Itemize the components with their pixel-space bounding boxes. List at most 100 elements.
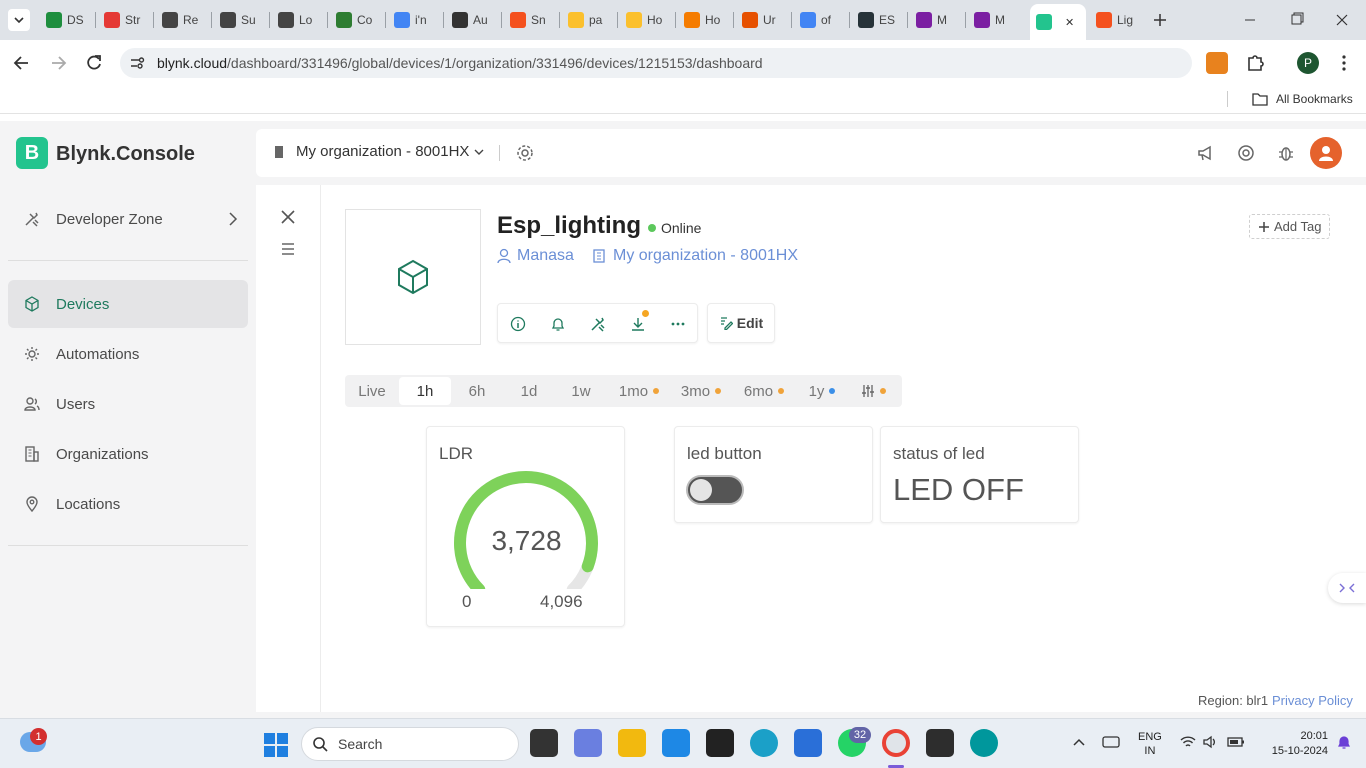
arduino-ide-icon[interactable] bbox=[970, 729, 998, 757]
notifications-button[interactable] bbox=[538, 304, 578, 344]
bug-report-icon[interactable] bbox=[1276, 143, 1296, 168]
developer-tools-button[interactable] bbox=[578, 304, 618, 344]
taskbar-search-box[interactable]: Search bbox=[301, 727, 519, 761]
help-lifebuoy-icon[interactable] bbox=[1236, 143, 1256, 168]
browser-tab[interactable]: Lo bbox=[272, 6, 324, 34]
show-hidden-icons[interactable] bbox=[1072, 735, 1086, 754]
time-range-live[interactable]: Live bbox=[345, 375, 399, 407]
notification-bell-icon[interactable] bbox=[1337, 734, 1351, 755]
volume-icon[interactable] bbox=[1203, 735, 1219, 754]
tab-search-button[interactable] bbox=[8, 9, 30, 31]
task-view-icon[interactable] bbox=[530, 729, 558, 757]
device-owner-link[interactable]: Manasa bbox=[497, 247, 574, 265]
chrome-icon[interactable] bbox=[882, 729, 910, 757]
browser-tab[interactable]: Su bbox=[214, 6, 266, 34]
browser-tab[interactable]: ES bbox=[852, 6, 904, 34]
time-range-1d[interactable]: 1d bbox=[503, 375, 555, 407]
browser-tab[interactable]: Sn bbox=[504, 6, 556, 34]
url-text[interactable]: blynk.cloud/dashboard/331496/global/devi… bbox=[157, 55, 763, 71]
tab-label: DS bbox=[67, 13, 84, 27]
keyboard-icon[interactable] bbox=[1102, 735, 1120, 754]
profile-avatar[interactable]: P bbox=[1297, 52, 1319, 74]
close-window-button[interactable] bbox=[1333, 12, 1351, 28]
sidebar-item-devices[interactable]: Devices bbox=[8, 280, 248, 328]
tab-label: M bbox=[937, 13, 947, 27]
time-range-3mo[interactable]: 3mo bbox=[671, 375, 731, 407]
browser-tab[interactable]: Str bbox=[98, 6, 150, 34]
time-range-1w[interactable]: 1w bbox=[555, 375, 607, 407]
settings-gear-icon[interactable] bbox=[515, 143, 535, 168]
time-range-1mo[interactable]: 1mo bbox=[609, 375, 669, 407]
premium-dot bbox=[653, 388, 660, 394]
terminal-icon[interactable] bbox=[926, 729, 954, 757]
sidebar-item-organizations[interactable]: Organizations bbox=[8, 430, 248, 478]
user-avatar[interactable] bbox=[1310, 137, 1342, 169]
menu-hamburger-icon[interactable] bbox=[280, 242, 296, 261]
copilot-icon[interactable] bbox=[574, 729, 602, 757]
browser-tab[interactable]: of bbox=[794, 6, 846, 34]
download-button[interactable] bbox=[618, 304, 658, 344]
custom-range-button[interactable] bbox=[849, 375, 897, 407]
browser-tab[interactable]: M bbox=[968, 6, 1020, 34]
browser-tab[interactable]: DS bbox=[40, 6, 92, 34]
notes-app-icon[interactable] bbox=[706, 729, 734, 757]
forward-button[interactable] bbox=[48, 53, 68, 78]
time-range-1y[interactable]: 1y bbox=[797, 375, 847, 407]
minimize-button[interactable] bbox=[1241, 12, 1259, 28]
browser-tab[interactable]: ✕ bbox=[1030, 4, 1086, 40]
new-tab-button[interactable] bbox=[1150, 10, 1170, 30]
close-tab-icon[interactable]: ✕ bbox=[1065, 16, 1074, 29]
org-selector[interactable]: My organization - 8001HX bbox=[272, 143, 485, 160]
privacy-policy-link[interactable]: Privacy Policy bbox=[1272, 693, 1353, 708]
region-code: IN bbox=[1144, 745, 1156, 757]
browser-tab[interactable]: Co bbox=[330, 6, 382, 34]
store-icon[interactable] bbox=[794, 729, 822, 757]
browser-tab[interactable]: Ho bbox=[620, 6, 672, 34]
add-tag-button[interactable]: Add Tag bbox=[1249, 214, 1331, 239]
time-range-1h[interactable]: 1h bbox=[399, 377, 451, 405]
device-organization-link[interactable]: My organization - 8001HX bbox=[593, 247, 798, 265]
browser-menu-icon[interactable] bbox=[1334, 53, 1354, 78]
clock[interactable]: 20:01 15-10-2024 bbox=[1256, 729, 1328, 759]
sidebar-item-locations[interactable]: Locations bbox=[8, 480, 248, 528]
sidebar-item-developer-zone[interactable]: Developer Zone bbox=[8, 195, 248, 243]
browser-tab[interactable]: Ho bbox=[678, 6, 730, 34]
windows-start-icon[interactable] bbox=[264, 733, 288, 762]
address-bar[interactable]: blynk.cloud/dashboard/331496/global/devi… bbox=[120, 48, 1192, 78]
time-range-6mo[interactable]: 6mo bbox=[734, 375, 794, 407]
restore-button[interactable] bbox=[1287, 12, 1305, 28]
reload-button[interactable] bbox=[84, 53, 104, 78]
browser-tab[interactable]: Au bbox=[446, 6, 498, 34]
file-explorer-icon[interactable] bbox=[618, 729, 646, 757]
sidebar-item-automations[interactable]: Automations bbox=[8, 330, 248, 378]
ldr-gauge-widget[interactable]: LDR 3,728 0 4,096 bbox=[426, 426, 625, 627]
browser-tab[interactable]: i'n bbox=[388, 6, 440, 34]
device-image[interactable] bbox=[345, 209, 481, 345]
back-button[interactable] bbox=[12, 53, 32, 78]
extensions-icon[interactable] bbox=[1244, 52, 1266, 79]
wifi-icon[interactable] bbox=[1180, 735, 1196, 754]
metamask-extension-icon[interactable] bbox=[1206, 52, 1228, 74]
language-indicator[interactable]: ENG IN bbox=[1138, 730, 1162, 758]
chat-widget-tab[interactable] bbox=[1328, 573, 1366, 603]
edge-browser-icon[interactable] bbox=[750, 729, 778, 757]
edit-dashboard-button[interactable]: Edit bbox=[707, 303, 775, 343]
more-button[interactable] bbox=[658, 304, 698, 344]
browser-tab[interactable]: Re bbox=[156, 6, 208, 34]
announcements-icon[interactable] bbox=[1196, 143, 1216, 168]
all-bookmarks-link[interactable]: All Bookmarks bbox=[1276, 92, 1353, 106]
close-icon[interactable] bbox=[280, 209, 296, 230]
browser-tab[interactable]: pa bbox=[562, 6, 614, 34]
premium-dot bbox=[715, 388, 722, 394]
device-status: Online bbox=[648, 220, 701, 236]
sidebar-item-users[interactable]: Users bbox=[8, 380, 248, 428]
battery-icon[interactable] bbox=[1227, 735, 1245, 754]
time-range-6h[interactable]: 6h bbox=[451, 375, 503, 407]
info-button[interactable] bbox=[498, 304, 538, 344]
browser-tab[interactable]: Ur bbox=[736, 6, 788, 34]
browser-tab[interactable]: Lig bbox=[1090, 6, 1142, 34]
site-info-icon[interactable] bbox=[128, 54, 146, 77]
browser-tab[interactable]: M bbox=[910, 6, 962, 34]
led-toggle-switch[interactable] bbox=[686, 475, 744, 505]
hp-app-icon[interactable] bbox=[662, 729, 690, 757]
